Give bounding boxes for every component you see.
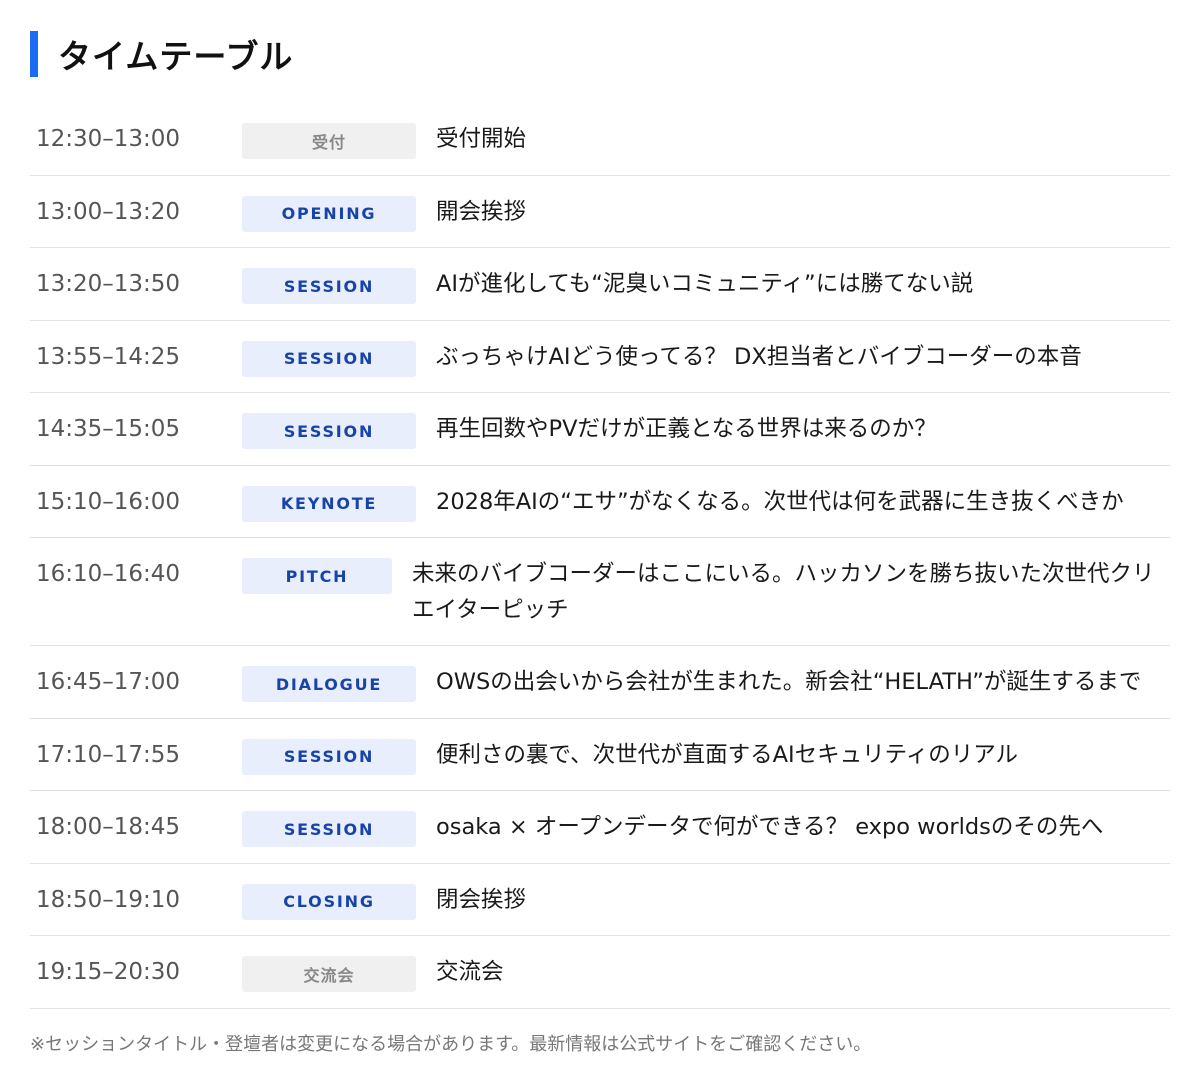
session-tag-badge: SESSION	[242, 413, 416, 449]
timetable-page: タイムテーブル 12:30–13:00 受付 受付開始 13:00–13:20 …	[0, 0, 1200, 1084]
session-tag-badge: SESSION	[242, 738, 416, 775]
session-title: 開会挨拶	[436, 198, 527, 225]
session-time: 13:55–14:25	[36, 343, 181, 370]
session-title: 未来のバイブコーダーはここにいる。ハッカソンを勝ち抜いた次世代クリエイターピッチ	[412, 561, 1155, 623]
session-time: 16:45–17:00	[36, 669, 181, 695]
session-time: 14:35–15:05	[36, 416, 181, 442]
session-time: 15:10–16:00	[36, 488, 181, 515]
table-row: 14:35–15:05 SESSION 再生回数やPVだけが正義となる世界は来る…	[30, 393, 1170, 466]
session-tag-badge: DIALOGUE	[242, 666, 416, 702]
session-time: 13:20–13:50	[36, 271, 181, 297]
session-time: 18:50–19:10	[36, 886, 181, 913]
session-title: osaka × オープンデータで何ができる？ expo worldsのその先へ	[436, 814, 1104, 840]
table-row: 18:50–19:10 CLOSING 閉会挨拶	[30, 864, 1170, 936]
table-row: 13:55–14:25 SESSION ぶっちゃけAIどう使ってる？ DX担当者…	[30, 321, 1170, 393]
session-time: 17:10–17:55	[36, 741, 181, 768]
footnote: ※セッションタイトル・登壇者は変更になる場合があります。最新情報は公式サイトをご…	[30, 1034, 872, 1055]
session-time: 13:00–13:20	[36, 198, 181, 225]
table-row: 15:10–16:00 KEYNOTE 2028年AIの“エサ”がなくなる。次世…	[30, 466, 1170, 538]
page-title: タイムテーブル	[58, 37, 294, 76]
session-tag-badge: KEYNOTE	[242, 485, 416, 522]
table-row: 16:10–16:40 PITCH 未来のバイブコーダーはここにいる。ハッカソン…	[30, 538, 1170, 646]
session-title: 閉会挨拶	[436, 886, 527, 913]
session-title: 受付開始	[436, 126, 527, 152]
session-tag-badge: SESSION	[242, 811, 416, 847]
session-time: 19:15–20:30	[36, 959, 181, 985]
session-title: 再生回数やPVだけが正義となる世界は来るのか？	[436, 416, 937, 442]
heading-accent-bar	[30, 31, 38, 77]
session-title: 便利さの裏で、次世代が直面するAIセキュリティのリアル	[436, 741, 1019, 768]
table-row: 17:10–17:55 SESSION 便利さの裏で、次世代が直面するAIセキュ…	[30, 719, 1170, 791]
table-row: 16:45–17:00 DIALOGUE OWSの出会いから会社が生まれた。新会…	[30, 646, 1170, 719]
session-title: 2028年AIの“エサ”がなくなる。次世代は何を武器に生き抜くべきか	[436, 488, 1124, 515]
session-time: 18:00–18:45	[36, 814, 181, 840]
session-tag-badge: OPENING	[242, 195, 416, 232]
session-tag-badge: CLOSING	[242, 883, 416, 920]
timetable: 12:30–13:00 受付 受付開始 13:00–13:20 OPENING …	[30, 103, 1170, 1009]
session-title: ぶっちゃけAIどう使ってる？ DX担当者とバイブコーダーの本音	[436, 343, 1082, 370]
section-heading: タイムテーブル	[30, 30, 293, 78]
session-title: 交流会	[436, 959, 504, 985]
session-tag-badge: SESSION	[242, 340, 416, 377]
session-time: 12:30–13:00	[36, 126, 181, 152]
table-row: 13:20–13:50 SESSION AIが進化しても“泥臭いコミュニティ”に…	[30, 248, 1170, 321]
table-row: 13:00–13:20 OPENING 開会挨拶	[30, 176, 1170, 248]
session-tag-badge: 交流会	[242, 956, 416, 992]
session-tag-badge: SESSION	[242, 268, 416, 304]
session-time: 16:10–16:40	[36, 561, 181, 587]
session-title: AIが進化しても“泥臭いコミュニティ”には勝てない説	[436, 271, 974, 297]
session-tag-badge: 受付	[242, 123, 416, 159]
session-title: OWSの出会いから会社が生まれた。新会社“HELATH”が誕生するまで	[436, 669, 1142, 695]
table-row: 18:00–18:45 SESSION osaka × オープンデータで何ができ…	[30, 791, 1170, 864]
table-row: 12:30–13:00 受付 受付開始	[30, 103, 1170, 176]
table-row: 19:15–20:30 交流会 交流会	[30, 936, 1170, 1009]
session-tag-badge: PITCH	[242, 558, 392, 594]
